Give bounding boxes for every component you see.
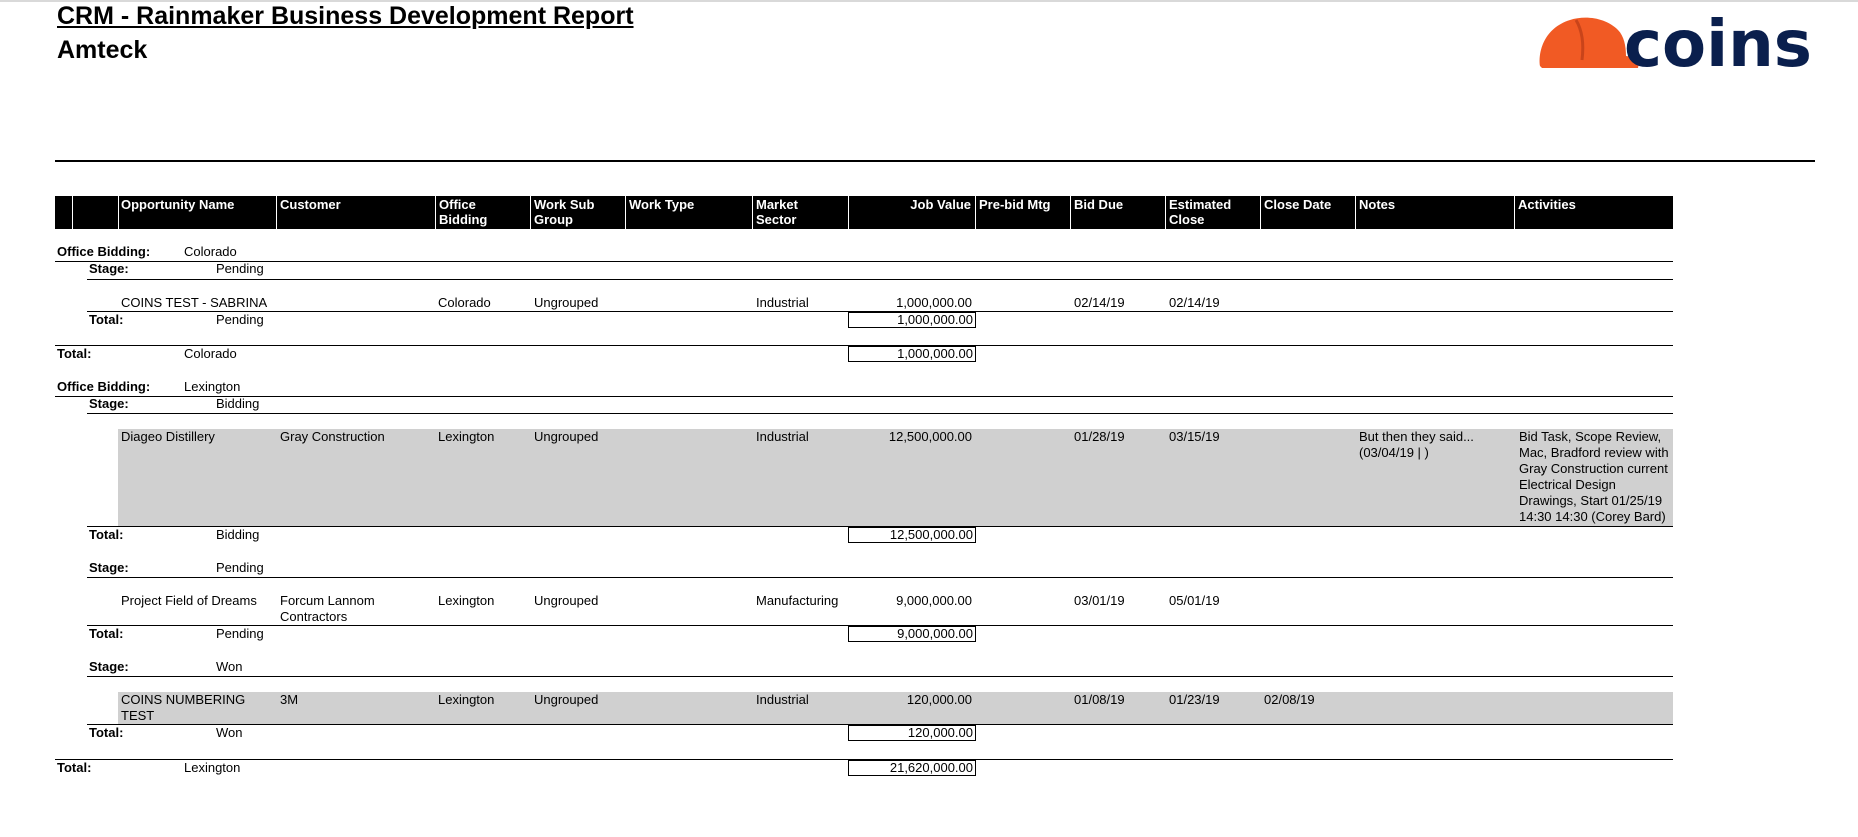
logo-text: coins bbox=[1624, 10, 1812, 76]
stage-total-value: 120,000.00 bbox=[848, 725, 976, 741]
cell-est-close: 05/01/19 bbox=[1169, 593, 1220, 608]
stage-total-name: Bidding bbox=[216, 527, 260, 542]
cell-job-value: 12,500,000.00 bbox=[888, 429, 972, 444]
col-opportunity-name: Opportunity Name bbox=[121, 197, 235, 212]
stage-total-name: Pending bbox=[216, 626, 264, 641]
cell-notes: But then they said... (03/04/19 | ) bbox=[1359, 429, 1474, 460]
cell-activities: Bid Task, Scope Review, Mac, Bradford re… bbox=[1519, 429, 1669, 524]
cell-sector: Industrial bbox=[756, 692, 809, 707]
stage-label: Stage: bbox=[89, 396, 129, 411]
cell-opportunity-name: Diageo Distillery bbox=[121, 429, 215, 444]
cell-sub-group: Ungrouped bbox=[534, 295, 599, 310]
stage-total-value: 1,000,000.00 bbox=[848, 312, 976, 328]
header-rule bbox=[55, 160, 1815, 162]
cell-sector: Industrial bbox=[756, 429, 809, 444]
cell-est-close: 01/23/19 bbox=[1169, 692, 1220, 707]
report-title: CRM - Rainmaker Business Development Rep… bbox=[57, 2, 634, 30]
office-name: Colorado bbox=[184, 244, 237, 259]
cell-customer: 3M bbox=[280, 692, 299, 707]
col-job-value: Job Value bbox=[910, 197, 971, 212]
col-office-bidding: Office Bidding bbox=[439, 197, 488, 227]
cell-sub-group: Ungrouped bbox=[534, 692, 599, 707]
table-header: Opportunity Name Customer Office Bidding… bbox=[55, 196, 1673, 229]
stage-total-value: 9,000,000.00 bbox=[848, 626, 976, 642]
office-total-name: Colorado bbox=[184, 346, 237, 361]
col-notes: Notes bbox=[1359, 197, 1396, 212]
office-total-value: 21,620,000.00 bbox=[848, 760, 976, 776]
col-close-date: Close Date bbox=[1264, 197, 1332, 212]
cell-bid-due: 01/28/19 bbox=[1074, 429, 1125, 444]
cell-sector: Industrial bbox=[756, 295, 809, 310]
stage-name: Pending bbox=[216, 560, 264, 575]
coins-logo: coins bbox=[1539, 10, 1812, 76]
stage-name: Pending bbox=[216, 261, 264, 276]
stage-total-name: Pending bbox=[216, 312, 264, 327]
cell-job-value: 9,000,000.00 bbox=[896, 593, 972, 608]
cell-close-date: 02/08/19 bbox=[1264, 692, 1315, 707]
cell-customer: Gray Construction bbox=[280, 429, 385, 444]
col-customer: Customer bbox=[280, 197, 341, 212]
col-prebid-mtg: Pre-bid Mtg bbox=[979, 197, 1051, 212]
cell-bid-due: 01/08/19 bbox=[1074, 692, 1125, 707]
cell-sub-group: Ungrouped bbox=[534, 593, 599, 608]
cell-sub-group: Ungrouped bbox=[534, 429, 599, 444]
cell-opportunity-name: Project Field of Dreams bbox=[121, 593, 257, 608]
cell-est-close: 03/15/19 bbox=[1169, 429, 1220, 444]
cell-opportunity-name: COINS TEST - SABRINA bbox=[121, 295, 268, 310]
col-estimated-close: Estimated Close bbox=[1169, 197, 1232, 227]
stage-label: Stage: bbox=[89, 560, 129, 575]
stage-total-label: Total: bbox=[89, 626, 124, 641]
col-activities: Activities bbox=[1518, 197, 1576, 212]
cell-office: Colorado bbox=[438, 295, 491, 310]
stage-total-label: Total: bbox=[89, 725, 124, 740]
office-total-label: Total: bbox=[57, 760, 92, 775]
col-bid-due: Bid Due bbox=[1074, 197, 1124, 212]
col-work-type: Work Type bbox=[629, 197, 695, 212]
office-label: Office Bidding: bbox=[57, 379, 151, 394]
cell-est-close: 02/14/19 bbox=[1169, 295, 1220, 310]
stage-total-label: Total: bbox=[89, 312, 124, 327]
cell-job-value: 1,000,000.00 bbox=[896, 295, 972, 310]
cell-opportunity-name: COINS NUMBERING TEST bbox=[121, 692, 246, 723]
office-total-value: 1,000,000.00 bbox=[848, 346, 976, 362]
stage-label: Stage: bbox=[89, 261, 129, 276]
office-total-label: Total: bbox=[57, 346, 92, 361]
cell-bid-due: 02/14/19 bbox=[1074, 295, 1125, 310]
col-market-sector: Market Sector bbox=[756, 197, 798, 227]
stage-name: Won bbox=[216, 659, 243, 674]
office-total-name: Lexington bbox=[184, 760, 241, 775]
cell-office: Lexington bbox=[438, 429, 495, 444]
stage-total-label: Total: bbox=[89, 527, 124, 542]
cell-office: Lexington bbox=[438, 692, 495, 707]
cell-job-value: 120,000.00 bbox=[906, 692, 972, 707]
stage-total-name: Won bbox=[216, 725, 243, 740]
stage-total-value: 12,500,000.00 bbox=[848, 527, 976, 543]
office-label: Office Bidding: bbox=[57, 244, 151, 259]
company-name: Amteck bbox=[57, 36, 148, 64]
col-work-sub-group: Work Sub Group bbox=[534, 197, 595, 227]
cell-office: Lexington bbox=[438, 593, 495, 608]
cell-customer: Forcum Lannom Contractors bbox=[280, 593, 375, 624]
cell-bid-due: 03/01/19 bbox=[1074, 593, 1125, 608]
office-name: Lexington bbox=[184, 379, 241, 394]
stage-label: Stage: bbox=[89, 659, 129, 674]
stage-name: Bidding bbox=[216, 396, 260, 411]
cell-sector: Manufacturing bbox=[756, 593, 839, 608]
